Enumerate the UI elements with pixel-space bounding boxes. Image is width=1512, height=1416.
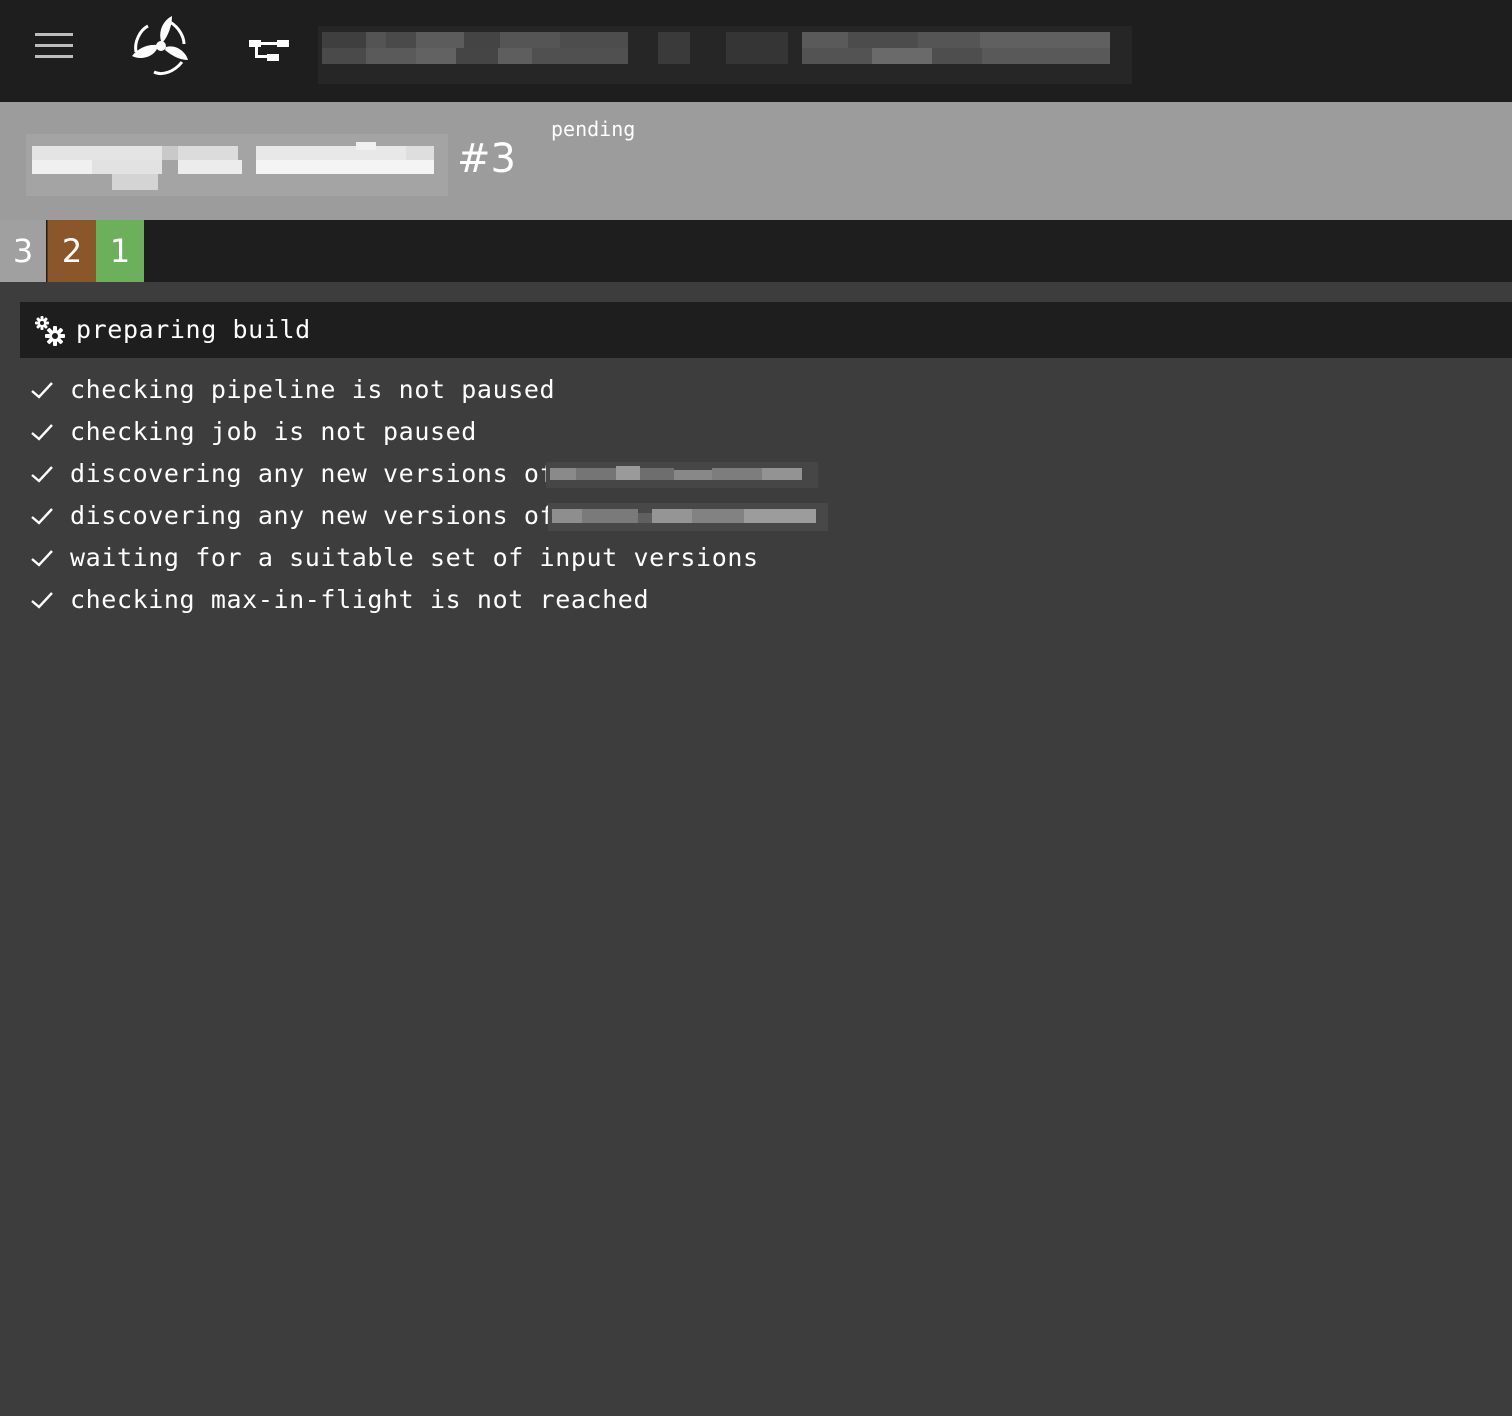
concourse-logo-icon[interactable] xyxy=(128,14,194,78)
check-text: checking max-in-flight is not reached xyxy=(70,585,650,614)
build-status: pending xyxy=(551,117,636,141)
checkmark-icon xyxy=(31,508,53,525)
tab-build-3[interactable]: 3 xyxy=(0,220,46,282)
redacted-resource-name xyxy=(546,462,818,488)
build-number: #3 xyxy=(457,136,516,182)
check-text: discovering any new versions of xyxy=(70,501,556,530)
checkmark-icon xyxy=(31,424,53,441)
checkmark-icon xyxy=(31,466,53,483)
check-text: waiting for a suitable set of input vers… xyxy=(70,543,759,572)
check-text: checking job is not paused xyxy=(70,417,477,446)
check-row: checking max-in-flight is not reached xyxy=(30,580,710,620)
check-row: checking pipeline is not paused xyxy=(30,370,630,410)
check-row: checking job is not paused xyxy=(30,412,630,452)
tab-build-1[interactable]: 1 xyxy=(96,220,144,282)
check-text: discovering any new versions of xyxy=(70,459,556,488)
checkmark-icon xyxy=(31,592,53,609)
check-text: checking pipeline is not paused xyxy=(70,375,556,404)
redacted-breadcrumb xyxy=(318,26,1132,84)
pipeline-icon[interactable] xyxy=(247,36,291,66)
step-title: preparing build xyxy=(76,315,311,344)
redacted-resource-name xyxy=(548,503,828,531)
redacted-job-name xyxy=(26,134,448,196)
check-row: waiting for a suitable set of input vers… xyxy=(30,538,790,578)
checkmark-icon xyxy=(31,550,53,567)
build-tabs: 3 2 1 xyxy=(0,220,1512,282)
hamburger-icon[interactable] xyxy=(35,33,73,59)
checkmark-icon xyxy=(31,382,53,399)
tab-build-2[interactable]: 2 xyxy=(47,220,96,282)
gears-icon xyxy=(35,316,65,346)
top-bar xyxy=(0,0,1512,102)
